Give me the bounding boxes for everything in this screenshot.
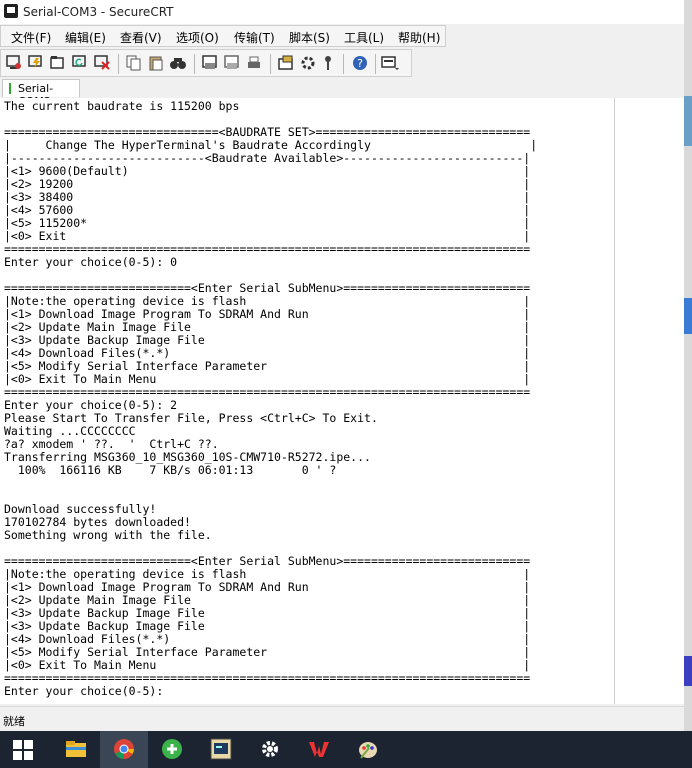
terminal-line: |<4> Download Files(*.*) |: [4, 632, 531, 646]
terminal-line: |<1> 9600(Default) |: [4, 164, 531, 178]
terminal-line: |<5> Modify Serial Interface Parameter |: [4, 645, 531, 659]
help-icon[interactable]: ?: [351, 54, 369, 72]
menu-bar: 文件(F) 编辑(E) 查看(V) 选项(O) 传输(T) 脚本(S) 工具(L…: [0, 25, 446, 47]
menu-tools[interactable]: 工具(L): [344, 29, 384, 46]
print-preview-icon[interactable]: [245, 54, 263, 72]
toolbar-separator: [118, 54, 119, 74]
terminal-line: Download successfully!: [4, 502, 157, 516]
terminal-line: Please Start To Transfer File, Press <Ct…: [4, 411, 378, 425]
terminal-line: |<1> Download Image Program To SDRAM And…: [4, 580, 531, 594]
print-setup-icon[interactable]: [223, 54, 241, 72]
background-window-edge: [684, 0, 692, 731]
find-icon[interactable]: [169, 54, 187, 72]
terminal-line: ===============================<BAUDRATE…: [4, 125, 531, 139]
terminal-line: 170102784 bytes downloaded!: [4, 515, 191, 529]
terminal-line: ===========================<Enter Serial…: [4, 281, 531, 295]
windows-taskbar: [0, 731, 692, 768]
terminal-line: Waiting ...CCCCCCCC: [4, 424, 136, 438]
disconnect-icon[interactable]: [93, 54, 111, 72]
keymap-icon[interactable]: [319, 54, 337, 72]
terminal-line: ===========================<Enter Serial…: [4, 554, 531, 568]
terminal-line: Enter your choice(0-5): 0: [4, 255, 178, 269]
terminal-line: |<3> Update Backup Image File |: [4, 606, 531, 620]
terminal-line: |<3> Update Backup Image File |: [4, 333, 531, 347]
terminal-line: |<4> 57600 |: [4, 203, 531, 217]
terminal-line: ?a? xmodem ' ??. ' Ctrl+C ??.: [4, 437, 219, 451]
terminal-line: |<0> Exit To Main Menu |: [4, 372, 531, 386]
terminal-line: |Note:the operating device is flash |: [4, 294, 531, 308]
connect-tab-icon[interactable]: [49, 54, 67, 72]
terminal-line: |----------------------------<Baudrate A…: [4, 151, 531, 165]
terminal-line: |<2> Update Main Image File |: [4, 593, 531, 607]
toolbar-separator: [343, 54, 344, 74]
terminal-line: | Change The HyperTerminal's Baudrate Ac…: [4, 138, 538, 152]
paste-icon[interactable]: [147, 54, 165, 72]
terminal-line: 100% 166116 KB 7 KB/s 06:01:13 0 ' ?: [4, 463, 337, 477]
tab-serial-com3[interactable]: Serial-COM3: [2, 79, 80, 108]
quick-connect-icon[interactable]: [27, 54, 45, 72]
terminal-line: ========================================…: [4, 385, 531, 399]
menu-file[interactable]: 文件(F): [11, 29, 51, 46]
terminal-line: |<3> 38400 |: [4, 190, 531, 204]
toolbar-separator: [270, 54, 271, 74]
session-tab-bar: Serial-COM3: [0, 78, 684, 108]
chrome-icon[interactable]: [100, 731, 148, 768]
terminal-line: |<2> 19200 |: [4, 177, 531, 191]
app-icon: [4, 4, 18, 18]
terminal-line: |<5> 115200* |: [4, 216, 531, 230]
global-options-icon[interactable]: [299, 54, 317, 72]
connect-icon[interactable]: [5, 54, 23, 72]
print-icon[interactable]: [201, 54, 219, 72]
terminal-screen[interactable]: The current baudrate is 115200 bps =====…: [0, 98, 614, 704]
terminal-line: |<2> Update Main Image File |: [4, 320, 531, 334]
terminal-line: |<1> Download Image Program To SDRAM And…: [4, 307, 531, 321]
svg-text:?: ?: [357, 57, 363, 70]
terminal-line: Enter your choice(0-5):: [4, 684, 164, 698]
menu-options[interactable]: 选项(O): [176, 29, 219, 46]
terminal-line: ========================================…: [4, 242, 531, 256]
toolbar: ?: [0, 49, 412, 77]
menu-edit[interactable]: 编辑(E): [65, 29, 106, 46]
terminal-line: |Note:the operating device is flash |: [4, 567, 531, 581]
menu-help[interactable]: 帮助(H): [398, 29, 440, 46]
terminal-output: The current baudrate is 115200 bps =====…: [4, 100, 537, 698]
toolbar-separator: [194, 54, 195, 74]
button-bar-icon[interactable]: [381, 54, 399, 72]
status-text: 就绪: [3, 715, 25, 728]
title-bar[interactable]: Serial-COM3 - SecureCRT: [0, 0, 684, 24]
session-options-icon[interactable]: [277, 54, 295, 72]
menu-transfer[interactable]: 传输(T): [234, 29, 275, 46]
terminal-line: |<0> Exit To Main Menu |: [4, 658, 531, 672]
settings-icon[interactable]: [246, 731, 294, 768]
wps-icon[interactable]: [295, 731, 343, 768]
securecrt-icon[interactable]: [197, 731, 245, 768]
connected-status-icon: [9, 83, 11, 94]
terminal-line: ========================================…: [4, 671, 531, 685]
terminal-line: |<4> Download Files(*.*) |: [4, 346, 531, 360]
toolbar-separator: [375, 54, 376, 74]
securecrt-window: Serial-COM3 - SecureCRT 文件(F) 编辑(E) 查看(V…: [0, 0, 684, 731]
copy-icon[interactable]: [125, 54, 143, 72]
reconnect-icon[interactable]: [71, 54, 89, 72]
file-explorer-icon[interactable]: [52, 731, 100, 768]
window-title: Serial-COM3 - SecureCRT: [23, 5, 174, 19]
terminal-margin: [615, 98, 684, 704]
start-icon[interactable]: [13, 740, 33, 760]
terminal-line: |<5> Modify Serial Interface Parameter |: [4, 359, 531, 373]
browser-icon[interactable]: [148, 731, 196, 768]
menu-view[interactable]: 查看(V): [120, 29, 162, 46]
terminal-line: Transferring MSG360_10_MSG360_10S-CMW710…: [4, 450, 371, 464]
status-bar: 就绪: [0, 706, 684, 731]
paint-icon[interactable]: [344, 731, 392, 768]
menu-script[interactable]: 脚本(S): [289, 29, 330, 46]
terminal-line: Something wrong with the file.: [4, 528, 212, 542]
terminal-line: The current baudrate is 115200 bps: [4, 99, 240, 113]
terminal-line: |<3> Update Backup Image File |: [4, 619, 531, 633]
terminal-line: Enter your choice(0-5): 2: [4, 398, 178, 412]
terminal-line: |<0> Exit |: [4, 229, 531, 243]
